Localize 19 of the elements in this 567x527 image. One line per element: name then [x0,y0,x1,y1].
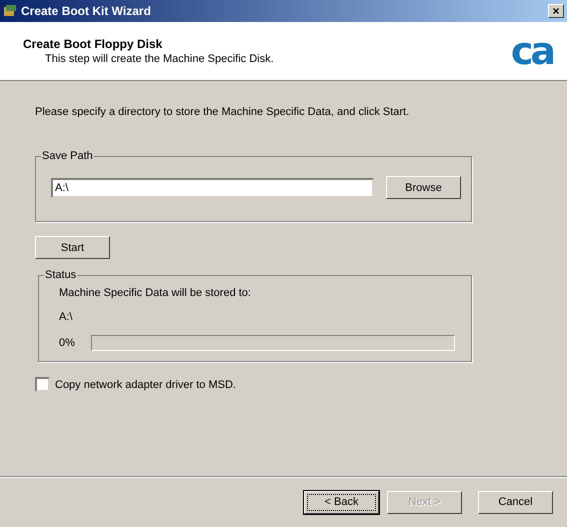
progress-percent: 0% [59,337,75,349]
close-button[interactable]: × [548,4,564,18]
instruction-text: Please specify a directory to store the Machine Specific Data, and click Start. [35,106,410,118]
status-message: Machine Specific Data will be stored to: [59,287,252,299]
group-label: Save Path [41,150,94,162]
browse-button[interactable]: Browse [386,176,461,199]
status-path: A:\ [59,311,74,323]
step-title: Create Boot Floppy Disk [23,37,164,51]
checkbox-label: Copy network adapter driver to MSD. [55,378,236,390]
window-title: Create Boot Kit Wizard [21,4,152,18]
wizard-button[interactable]: Cancel [478,490,553,514]
checkbox[interactable] [35,377,50,392]
wizard-icon [3,4,17,18]
path-input[interactable]: A:\ [51,178,374,198]
start-button[interactable]: Start [35,236,110,259]
step-subtitle: This step will create the Machine Specific Disk. [44,53,275,65]
wizard-button[interactable]: < Back [304,490,379,514]
group-label: Status [44,269,78,281]
logo: ca [510,32,553,70]
